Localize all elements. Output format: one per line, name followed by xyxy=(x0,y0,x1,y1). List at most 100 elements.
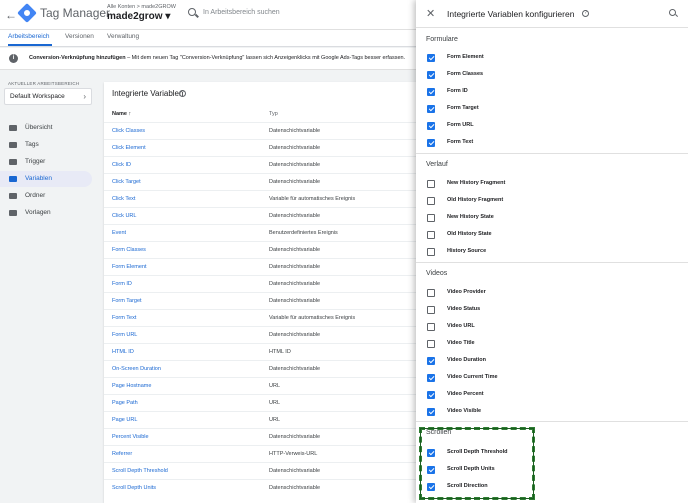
sidebar-item-trigger[interactable]: Trigger xyxy=(0,154,92,170)
variable-name-link[interactable]: On-Screen Duration xyxy=(112,366,161,372)
sidebar-item-templates[interactable]: Vorlagen xyxy=(0,205,92,221)
variable-option[interactable]: Video Current Time xyxy=(416,370,688,387)
table-row[interactable]: Page Path URL xyxy=(104,394,424,411)
sidebar-item-variables[interactable]: Variablen xyxy=(0,171,92,187)
column-header-type[interactable]: Typ xyxy=(269,111,278,117)
variable-option[interactable]: Form Text xyxy=(416,135,688,152)
back-arrow-icon[interactable]: ← xyxy=(4,8,18,22)
checkbox[interactable] xyxy=(427,391,435,399)
checkbox[interactable] xyxy=(427,374,435,382)
variable-name-link[interactable]: Form Text xyxy=(112,315,136,321)
table-row[interactable]: Click Target Datenschichtvariable xyxy=(104,173,424,190)
checkbox[interactable] xyxy=(427,71,435,79)
table-row[interactable]: Scroll Depth Threshold Datenschichtvariab… xyxy=(104,462,424,479)
variable-name-link[interactable]: Scroll Depth Threshold xyxy=(112,468,168,474)
account-selector[interactable]: made2grow ▾ xyxy=(107,11,170,22)
variable-name-link[interactable]: Referrer xyxy=(112,451,132,457)
variable-name-link[interactable]: Scroll Depth Units xyxy=(112,485,156,491)
table-row[interactable]: Form ID Datenschichtvariable xyxy=(104,275,424,292)
checkbox[interactable] xyxy=(427,306,435,314)
table-row[interactable]: Form Text Variable für automatisches Erei… xyxy=(104,309,424,326)
variable-name-link[interactable]: Click Element xyxy=(112,145,146,151)
variable-name-link[interactable]: Form Classes xyxy=(112,247,146,253)
variable-name-link[interactable]: Click ID xyxy=(112,162,131,168)
table-row[interactable]: Percent Visible Datenschichtvariable xyxy=(104,428,424,445)
checkbox[interactable] xyxy=(427,289,435,297)
table-row[interactable]: Referrer HTTP-Verweis-URL xyxy=(104,445,424,462)
variable-option[interactable]: Video Provider xyxy=(416,285,688,302)
variable-name-link[interactable]: HTML ID xyxy=(112,349,134,355)
table-row[interactable]: Click ID Datenschichtvariable xyxy=(104,156,424,173)
search-icon[interactable] xyxy=(188,8,196,16)
checkbox[interactable] xyxy=(427,231,435,239)
table-row[interactable]: Page URL URL xyxy=(104,411,424,428)
help-icon[interactable]: ? xyxy=(179,90,186,97)
table-row[interactable]: Page Hostname URL xyxy=(104,377,424,394)
tab-versions[interactable]: Versionen xyxy=(65,33,94,40)
checkbox[interactable] xyxy=(427,214,435,222)
checkbox[interactable] xyxy=(427,105,435,113)
close-icon[interactable]: ✕ xyxy=(426,7,435,20)
variable-name-link[interactable]: Click Target xyxy=(112,179,141,185)
variable-name-link[interactable]: Click URL xyxy=(112,213,136,219)
column-header-name[interactable]: Name ↑ xyxy=(112,111,131,117)
help-icon[interactable]: ? xyxy=(582,10,589,17)
variable-name-link[interactable]: Form URL xyxy=(112,332,137,338)
tab-workspace[interactable]: Arbeitsbereich xyxy=(8,33,50,40)
variable-option[interactable]: Video Visible xyxy=(416,404,688,421)
variable-option[interactable]: Old History Fragment xyxy=(416,193,688,210)
variable-option[interactable]: Video URL xyxy=(416,319,688,336)
variable-name-link[interactable]: Page Hostname xyxy=(112,383,151,389)
variable-option[interactable]: Form Target xyxy=(416,101,688,118)
variable-option[interactable]: Form Element xyxy=(416,50,688,67)
checkbox[interactable] xyxy=(427,408,435,416)
breadcrumb[interactable]: Alle Konten > made2GROW xyxy=(107,4,176,10)
checkbox[interactable] xyxy=(427,180,435,188)
sidebar-item-folders[interactable]: Ordner xyxy=(0,188,92,204)
variable-name-link[interactable]: Page Path xyxy=(112,400,138,406)
table-row[interactable]: Scroll Depth Units Datenschichtvariable xyxy=(104,479,424,496)
table-row[interactable]: Click Text Variable für automatisches Ere… xyxy=(104,190,424,207)
variable-option[interactable]: Form ID xyxy=(416,84,688,101)
table-row[interactable]: On-Screen Duration Datenschichtvariable xyxy=(104,360,424,377)
variable-option[interactable]: History Source xyxy=(416,244,688,261)
checkbox[interactable] xyxy=(427,88,435,96)
table-row[interactable]: HTML ID HTML ID xyxy=(104,343,424,360)
variable-option[interactable]: New History State xyxy=(416,210,688,227)
table-row[interactable]: Click Classes Datenschichtvariable xyxy=(104,122,424,139)
sidebar-item-overview[interactable]: Übersicht xyxy=(0,120,92,136)
banner-bold[interactable]: Conversion-Verknüpfung hinzufügen xyxy=(29,55,126,61)
variable-option[interactable]: New History Fragment xyxy=(416,176,688,193)
table-row[interactable]: Event Benutzerdefiniertes Ereignis xyxy=(104,224,424,241)
table-row[interactable]: Click URL Datenschichtvariable xyxy=(104,207,424,224)
table-row[interactable]: Form URL Datenschichtvariable xyxy=(104,326,424,343)
checkbox[interactable] xyxy=(427,357,435,365)
variable-option[interactable]: Video Status xyxy=(416,302,688,319)
variable-name-link[interactable]: Click Classes xyxy=(112,128,145,134)
variable-option[interactable]: Video Title xyxy=(416,336,688,353)
variable-option[interactable]: Form Classes xyxy=(416,67,688,84)
checkbox[interactable] xyxy=(427,248,435,256)
variable-option[interactable]: Form URL xyxy=(416,118,688,135)
checkbox[interactable] xyxy=(427,139,435,147)
tab-admin[interactable]: Verwaltung xyxy=(107,33,139,40)
checkbox[interactable] xyxy=(427,340,435,348)
search-input[interactable]: In Arbeitsbereich suchen xyxy=(203,9,280,16)
variable-name-link[interactable]: Form Element xyxy=(112,264,147,270)
variable-name-link[interactable]: Form ID xyxy=(112,281,132,287)
table-row[interactable]: Form Element Datenschichtvariable xyxy=(104,258,424,275)
checkbox[interactable] xyxy=(427,323,435,331)
table-row[interactable]: Form Target Datenschichtvariable xyxy=(104,292,424,309)
variable-name-link[interactable]: Form Target xyxy=(112,298,142,304)
variable-option[interactable]: Old History State xyxy=(416,227,688,244)
checkbox[interactable] xyxy=(427,54,435,62)
variable-option[interactable]: Video Duration xyxy=(416,353,688,370)
variable-name-link[interactable]: Percent Visible xyxy=(112,434,149,440)
search-icon[interactable] xyxy=(669,9,676,16)
checkbox[interactable] xyxy=(427,122,435,130)
table-row[interactable]: Form Classes Datenschichtvariable xyxy=(104,241,424,258)
variable-name-link[interactable]: Click Text xyxy=(112,196,135,202)
checkbox[interactable] xyxy=(427,197,435,205)
variable-name-link[interactable]: Page URL xyxy=(112,417,137,423)
table-row[interactable]: Click Element Datenschichtvariable xyxy=(104,139,424,156)
